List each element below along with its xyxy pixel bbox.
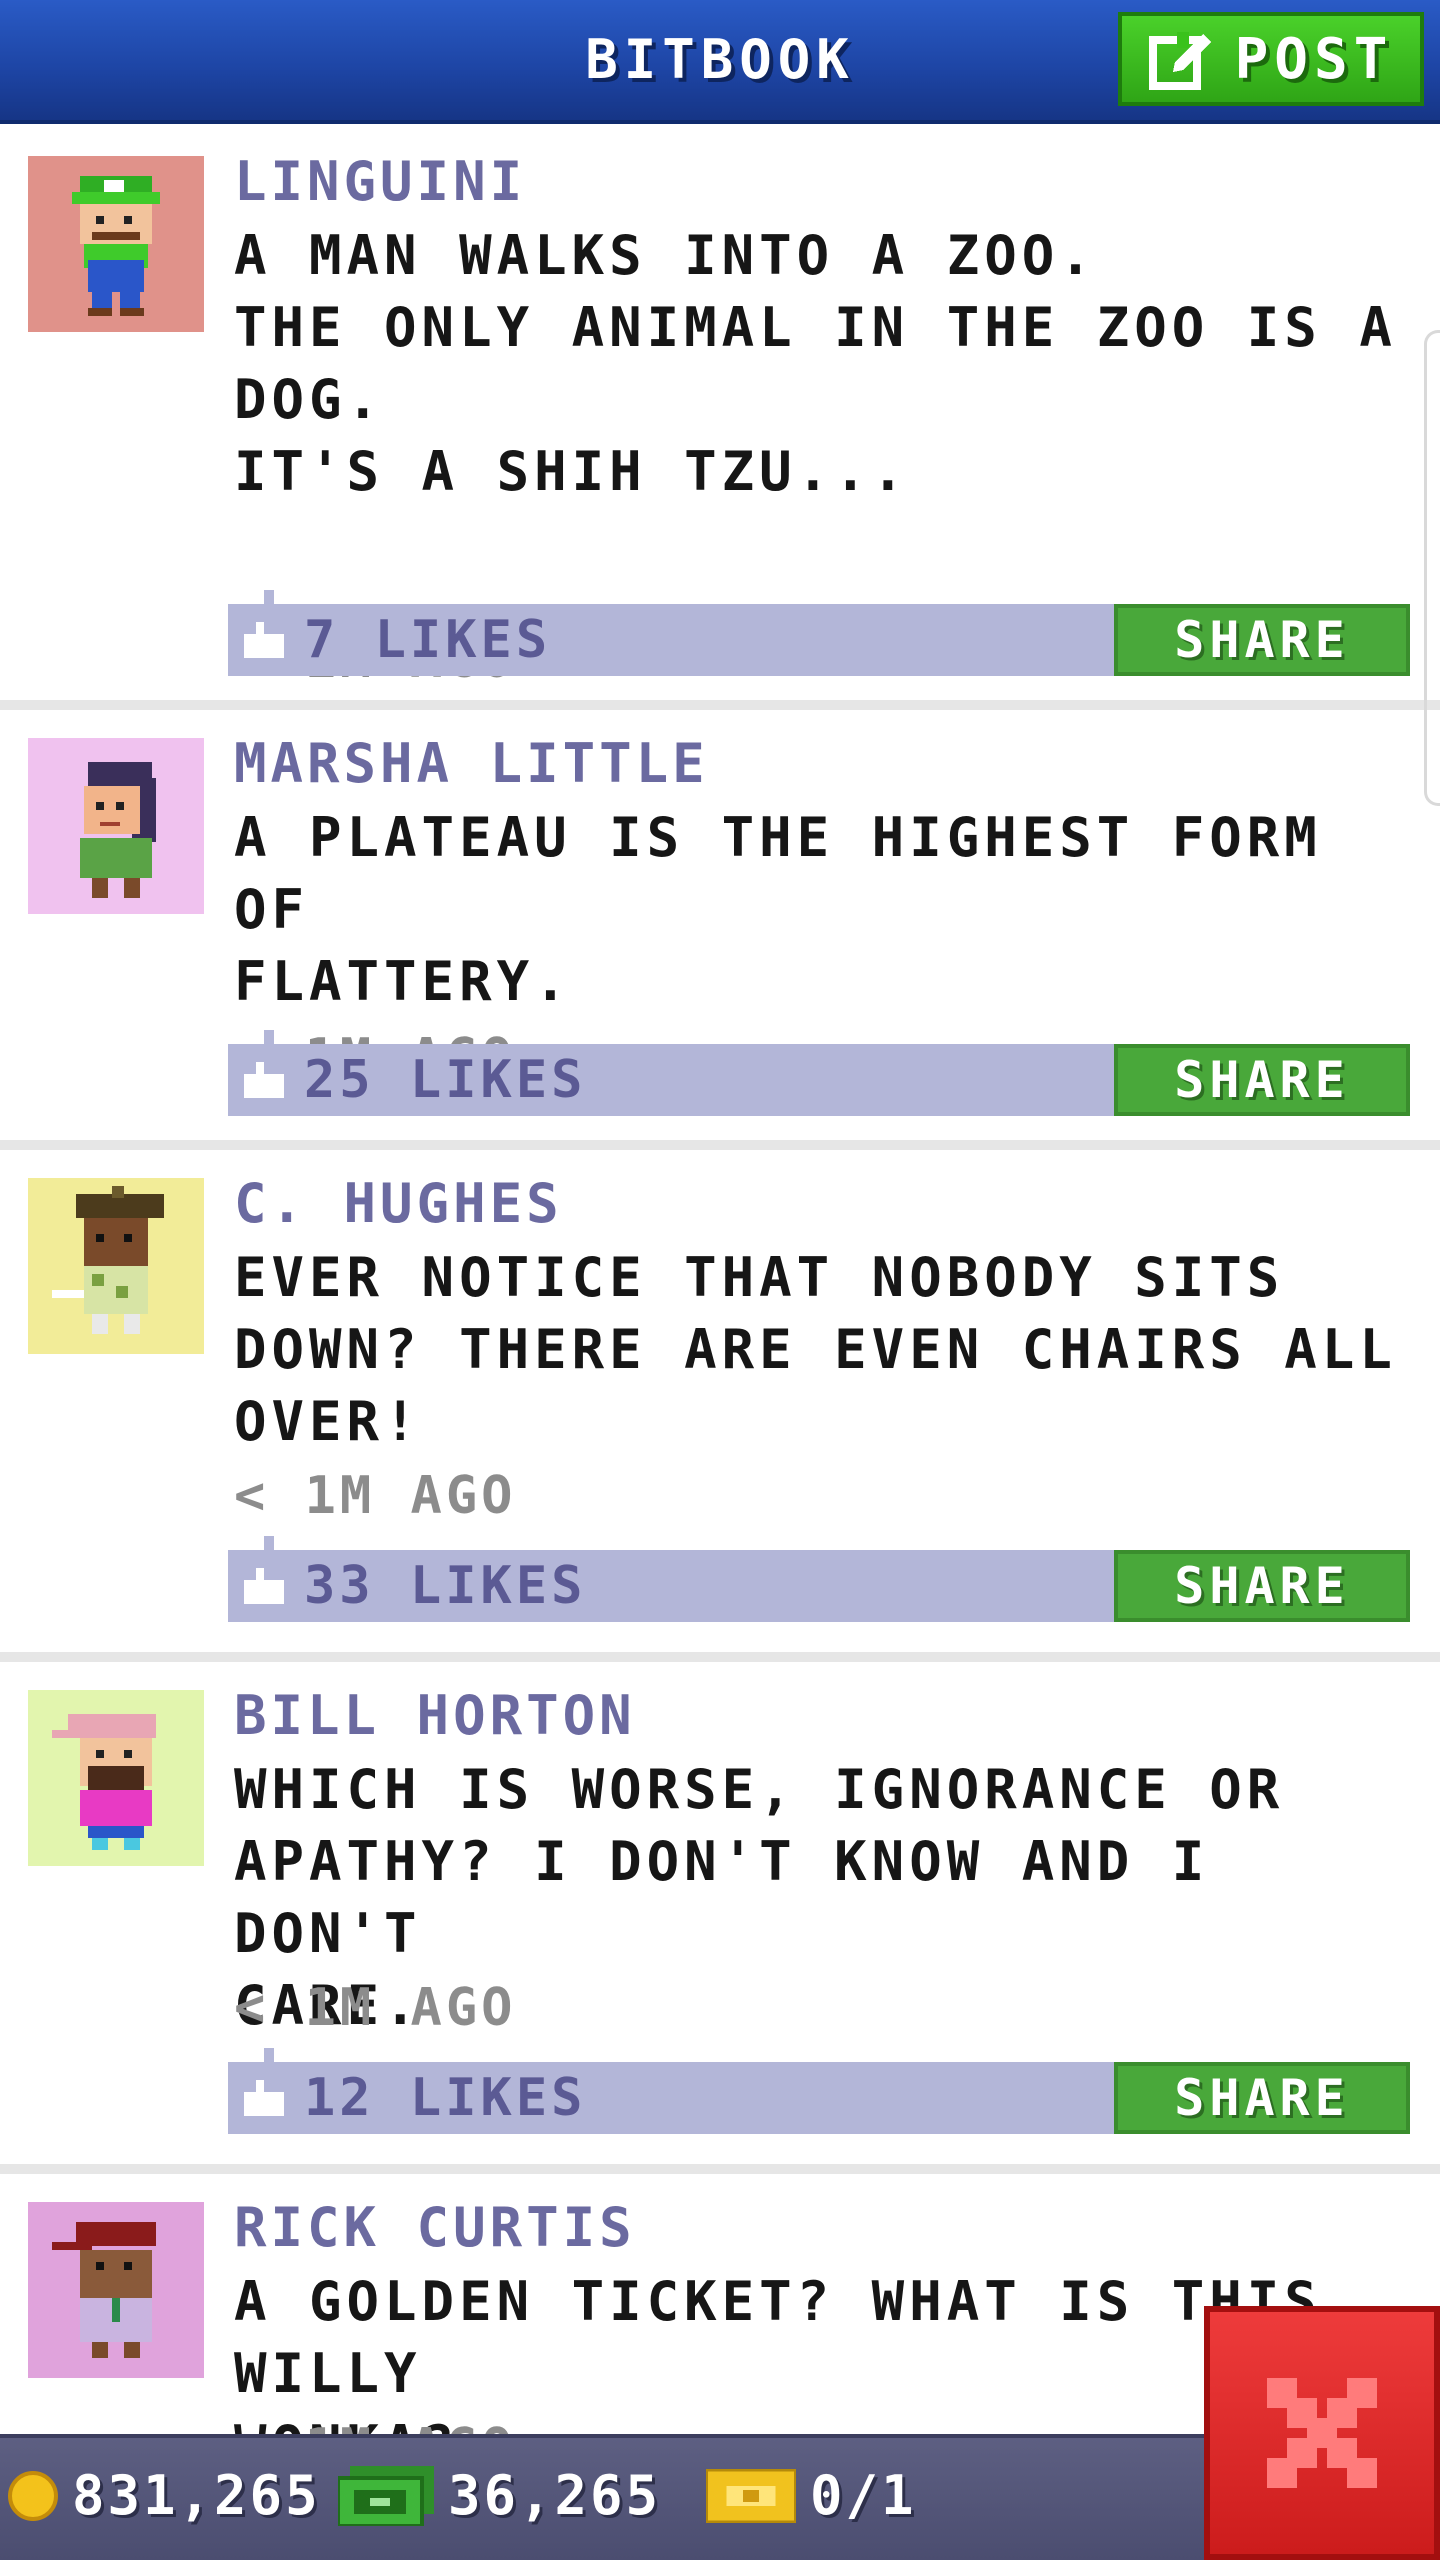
close-icon (1267, 2378, 1377, 2488)
bux-counter: 36,265 (338, 2464, 661, 2527)
like-icon[interactable] (244, 1062, 284, 1098)
bux-value: 36,265 (448, 2464, 662, 2527)
coins-value: 831,265 (72, 2464, 321, 2527)
post-author: RICK CURTIS (234, 2196, 636, 2259)
like-bar: 33 LIKES SHARE (228, 1536, 1410, 1622)
post-time: < 1M AGO (234, 1978, 517, 2038)
share-button[interactable]: SHARE (1114, 1550, 1410, 1622)
avatar-image (28, 1178, 204, 1354)
avatar (28, 2202, 204, 2378)
avatar (28, 1178, 204, 1354)
feed-post: BILL HORTON WHICH IS WORSE, IGNORANCE OR… (0, 1662, 1440, 2174)
like-icon[interactable] (244, 622, 284, 658)
header-bar: BITBOOK POST (0, 0, 1440, 124)
post-text: A MAN WALKS INTO A ZOO. THE ONLY ANIMAL … (234, 224, 1397, 503)
post-button-label: POST (1234, 26, 1394, 92)
like-bar: 7 LIKES SHARE (228, 590, 1410, 676)
like-bar: 25 LIKES SHARE (228, 1030, 1410, 1116)
post-time: < 1M AGO (234, 1466, 517, 1526)
avatar (28, 1690, 204, 1866)
post-text: EVER NOTICE THAT NOBODY SITS DOWN? THERE… (234, 1246, 1397, 1453)
coin-icon (8, 2470, 58, 2521)
share-button[interactable]: SHARE (1114, 1044, 1410, 1116)
like-icon[interactable] (244, 1568, 284, 1604)
like-bar: 12 LIKES SHARE (228, 2048, 1410, 2134)
post-author: C. HUGHES (234, 1172, 563, 1235)
post-author: MARSHA LITTLE (234, 732, 709, 795)
edit-icon (1148, 32, 1211, 90)
avatar (28, 738, 204, 914)
post-button[interactable]: POST (1118, 12, 1424, 106)
cash-icon (338, 2465, 434, 2526)
post-author: LINGUINI (234, 150, 527, 213)
ticket-icon (706, 2468, 796, 2523)
avatar-image (28, 156, 204, 332)
avatar-image (28, 2202, 204, 2378)
post-author: BILL HORTON (234, 1684, 636, 1747)
tickets-value: 0/1 (810, 2464, 917, 2527)
feed-post: LINGUINI A MAN WALKS INTO A ZOO. THE ONL… (0, 128, 1440, 710)
like-icon[interactable] (244, 2080, 284, 2116)
share-button[interactable]: SHARE (1114, 2062, 1410, 2134)
like-count: 12 LIKES (304, 2068, 587, 2128)
like-count: 33 LIKES (304, 1556, 587, 1616)
feed-list: LINGUINI A MAN WALKS INTO A ZOO. THE ONL… (0, 128, 1440, 2574)
close-button[interactable] (1204, 2306, 1440, 2560)
coins-counter: 831,265 (8, 2464, 321, 2527)
scroll-indicator[interactable] (1424, 330, 1440, 806)
feed-post: C. HUGHES EVER NOTICE THAT NOBODY SITS D… (0, 1150, 1440, 1662)
avatar-image (28, 738, 204, 914)
post-text: A PLATEAU IS THE HIGHEST FORM OF FLATTER… (234, 806, 1322, 1013)
like-count: 25 LIKES (304, 1050, 587, 1110)
avatar-image (28, 1690, 204, 1866)
avatar (28, 156, 204, 332)
like-count: 7 LIKES (304, 610, 552, 670)
share-button[interactable]: SHARE (1114, 604, 1410, 676)
feed-post: MARSHA LITTLE A PLATEAU IS THE HIGHEST F… (0, 710, 1440, 1150)
tickets-counter: 0/1 (706, 2464, 917, 2527)
